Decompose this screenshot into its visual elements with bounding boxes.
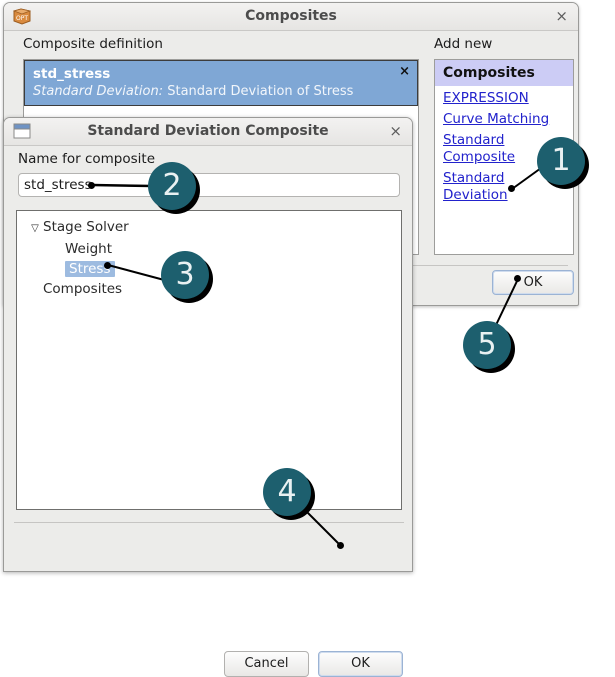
variable-tree[interactable]: ▽ Stage Solver Weight Stress Composites (16, 210, 402, 510)
callout-4-anchor (337, 542, 344, 549)
standard-deviation-composite-dialog: Standard Deviation Composite × Name for … (3, 117, 413, 677)
add-new-link-curve-matching[interactable]: Curve Matching (435, 107, 573, 128)
name-for-composite-label: Name for composite (18, 151, 156, 167)
tree-item-stress[interactable]: Stress (17, 259, 401, 279)
inner-close-icon[interactable]: × (389, 118, 402, 145)
callout-badge-1: 1 (537, 137, 585, 185)
chevron-down-icon[interactable]: ▽ (27, 219, 43, 239)
callout-badge-3: 3 (161, 251, 209, 299)
composite-definition-label: Composite definition (23, 36, 163, 52)
add-new-label: Add new (434, 36, 493, 52)
callout-badge-5: 5 (463, 321, 511, 369)
tree-item-label: Stage Solver (43, 219, 129, 235)
tree-item-label: Composites (43, 281, 123, 297)
outer-ok-button[interactable]: OK (492, 270, 574, 295)
cancel-button[interactable]: Cancel (224, 651, 309, 677)
remove-composite-icon[interactable]: × (399, 64, 410, 79)
composite-item-name: std_stress (33, 66, 111, 82)
callout-5-anchor (514, 275, 521, 282)
composite-item-description: Standard Deviation: Standard Deviation o… (33, 83, 409, 101)
inner-separator (14, 522, 404, 523)
callout-badge-2: 2 (148, 162, 196, 210)
tree-item-composites[interactable]: Composites (17, 279, 401, 299)
inner-ok-button[interactable]: OK (318, 651, 403, 677)
name-input[interactable]: std_stress (18, 173, 400, 197)
tree-item-weight[interactable]: Weight (17, 239, 401, 259)
composite-item-desc-text: Standard Deviation of Stress (167, 84, 354, 99)
list-item[interactable]: std_stress Standard Deviation: Standard … (24, 60, 418, 106)
close-icon[interactable]: × (555, 3, 568, 30)
tree-item-stage-solver[interactable]: ▽ Stage Solver (17, 217, 401, 239)
callout-2-anchor (88, 182, 95, 189)
inner-dialog-title: Standard Deviation Composite (87, 123, 329, 139)
add-new-header: Composites (435, 60, 573, 86)
callout-badge-4: 4 (263, 468, 311, 516)
outer-titlebar[interactable]: OPT Composites × (4, 3, 578, 31)
inner-titlebar[interactable]: Standard Deviation Composite × (4, 118, 412, 146)
tree-item-label: Weight (65, 241, 113, 257)
callout-1-anchor (508, 185, 515, 192)
callout-3-anchor (104, 262, 111, 269)
outer-dialog-title: Composites (245, 8, 337, 24)
add-new-link-expression[interactable]: EXPRESSION (435, 86, 573, 107)
composite-item-type: Standard Deviation: (33, 84, 164, 99)
